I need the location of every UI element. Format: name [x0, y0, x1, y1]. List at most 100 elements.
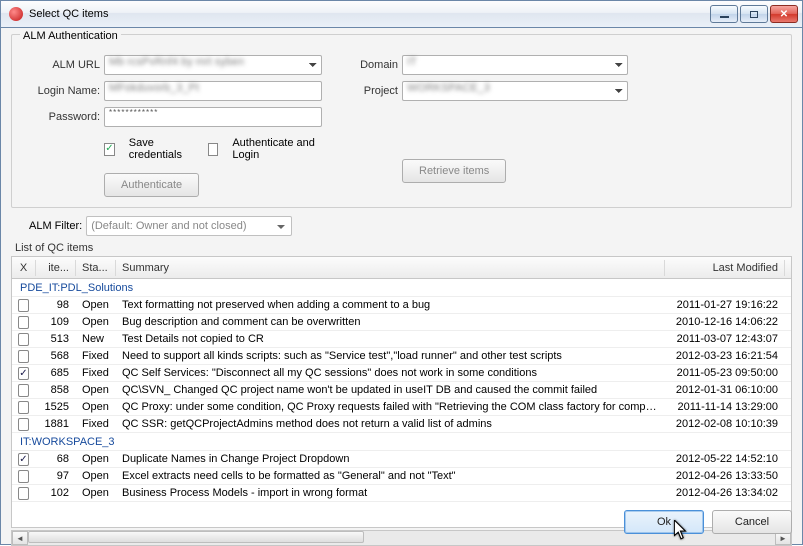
alm-filter-select[interactable]: (Default: Owner and not closed) — [86, 216, 292, 236]
row-checkbox[interactable] — [18, 453, 29, 466]
col-summary[interactable]: Summary — [116, 260, 665, 276]
row-modified: 2010-12-16 14:06:22 — [665, 314, 785, 330]
row-status: Open — [76, 297, 116, 313]
project-label: Project — [348, 85, 398, 97]
row-status: Open — [76, 382, 116, 398]
table-row[interactable]: 1525OpenQC Proxy: under some condition, … — [12, 399, 791, 416]
grid-group[interactable]: PDE_IT:PDL_Solutions — [12, 279, 791, 297]
dialog-footer: Ok Cancel — [624, 510, 792, 534]
col-check[interactable]: X — [12, 260, 36, 276]
alm-filter-label: ALM Filter: — [29, 220, 82, 232]
save-credentials-checkbox[interactable] — [104, 143, 115, 156]
row-summary: Bug description and comment can be overw… — [116, 314, 665, 330]
row-checkbox[interactable] — [18, 333, 29, 346]
close-button[interactable]: ✕ — [770, 5, 798, 23]
alm-url-select[interactable]: Mb rcsPvRnf4 by mrt syben — [104, 55, 322, 75]
auth-and-login-checkbox[interactable] — [208, 143, 219, 156]
auth-and-login-label: Authenticate and Login — [232, 137, 322, 161]
auth-legend: ALM Authentication — [20, 30, 121, 42]
row-id: 109 — [36, 314, 76, 330]
row-status: Fixed — [76, 348, 116, 364]
maximize-button[interactable] — [740, 5, 768, 23]
table-row[interactable]: 97OpenExcel extracts need cells to be fo… — [12, 468, 791, 485]
row-checkbox[interactable] — [18, 401, 29, 414]
row-id: 858 — [36, 382, 76, 398]
password-label: Password: — [22, 111, 100, 123]
ok-button[interactable]: Ok — [624, 510, 704, 534]
row-status: New — [76, 331, 116, 347]
col-status[interactable]: Sta... — [76, 260, 116, 276]
auth-fieldset: ALM Authentication ALM URL Mb rcsPvRnf4 … — [11, 34, 792, 208]
app-icon — [9, 7, 23, 21]
row-id: 1525 — [36, 399, 76, 415]
row-status: Fixed — [76, 365, 116, 381]
retrieve-items-button[interactable]: Retrieve items — [402, 159, 506, 183]
save-credentials-label: Save credentials — [129, 137, 194, 161]
row-modified: 2012-02-08 10:10:39 — [665, 416, 785, 432]
table-row[interactable]: 1881FixedQC SSR: getQCProjectAdmins meth… — [12, 416, 791, 433]
row-modified: 2012-04-26 13:34:02 — [665, 485, 785, 501]
row-checkbox[interactable] — [18, 316, 29, 329]
table-row[interactable]: 685FixedQC Self Services: "Disconnect al… — [12, 365, 791, 382]
row-id: 98 — [36, 297, 76, 313]
grid-group[interactable]: IT:WORKSPACE_3 — [12, 433, 791, 451]
row-checkbox[interactable] — [18, 367, 29, 380]
domain-label: Domain — [348, 59, 398, 71]
window-controls: ✕ — [708, 5, 798, 23]
alm-filter-value: (Default: Owner and not closed) — [91, 220, 246, 232]
row-id: 1881 — [36, 416, 76, 432]
row-checkbox[interactable] — [18, 487, 29, 500]
row-summary: Text formatting not preserved when addin… — [116, 297, 665, 313]
row-summary: Test Details not copied to CR — [116, 331, 665, 347]
row-checkbox[interactable] — [18, 470, 29, 483]
row-summary: Duplicate Names in Change Project Dropdo… — [116, 451, 665, 467]
alm-url-label: ALM URL — [22, 59, 100, 71]
row-modified: 2012-04-26 13:33:50 — [665, 468, 785, 484]
title-bar: Select QC items ✕ — [0, 0, 803, 28]
window-title: Select QC items — [29, 8, 108, 20]
row-modified: 2011-11-14 13:29:00 — [665, 399, 785, 415]
col-id[interactable]: ite... — [36, 260, 76, 276]
cancel-button[interactable]: Cancel — [712, 510, 792, 534]
row-id: 685 — [36, 365, 76, 381]
row-modified: 2012-01-31 06:10:00 — [665, 382, 785, 398]
scroll-thumb[interactable] — [28, 531, 364, 543]
table-row[interactable]: 513NewTest Details not copied to CR2011-… — [12, 331, 791, 348]
row-summary: QC Proxy: under some condition, QC Proxy… — [116, 399, 665, 415]
row-checkbox[interactable] — [18, 384, 29, 397]
row-checkbox[interactable] — [18, 418, 29, 431]
table-row[interactable]: 102OpenBusiness Process Models - import … — [12, 485, 791, 502]
qc-items-grid: X ite... Sta... Summary Last Modified PD… — [11, 256, 792, 528]
row-status: Open — [76, 314, 116, 330]
row-modified: 2011-05-23 09:50:00 — [665, 365, 785, 381]
domain-select[interactable]: IT — [402, 55, 628, 75]
login-label: Login Name: — [22, 85, 100, 97]
row-id: 97 — [36, 468, 76, 484]
table-row[interactable]: 858OpenQC\SVN_ Changed QC project name w… — [12, 382, 791, 399]
row-checkbox[interactable] — [18, 350, 29, 363]
row-status: Fixed — [76, 416, 116, 432]
row-checkbox[interactable] — [18, 299, 29, 312]
scroll-left-arrow-icon[interactable]: ◄ — [12, 531, 28, 545]
list-of-items-label: List of QC items — [15, 242, 792, 254]
row-summary: Need to support all kinds scripts: such … — [116, 348, 665, 364]
table-row[interactable]: 98OpenText formatting not preserved when… — [12, 297, 791, 314]
row-id: 68 — [36, 451, 76, 467]
row-status: Open — [76, 485, 116, 501]
project-select[interactable]: WORKSPACE_3 — [402, 81, 628, 101]
login-name-input[interactable]: MFokduvorb_3_Pt — [104, 81, 322, 101]
row-id: 102 — [36, 485, 76, 501]
row-status: Open — [76, 399, 116, 415]
table-row[interactable]: 68OpenDuplicate Names in Change Project … — [12, 451, 791, 468]
authenticate-button[interactable]: Authenticate — [104, 173, 199, 197]
table-row[interactable]: 109OpenBug description and comment can b… — [12, 314, 791, 331]
col-modified[interactable]: Last Modified — [665, 260, 785, 276]
row-modified: 2012-05-22 14:52:10 — [665, 451, 785, 467]
row-id: 568 — [36, 348, 76, 364]
minimize-button[interactable] — [710, 5, 738, 23]
grid-header: X ite... Sta... Summary Last Modified — [12, 257, 791, 279]
dialog-body: ALM Authentication ALM URL Mb rcsPvRnf4 … — [0, 28, 803, 545]
row-status: Open — [76, 451, 116, 467]
table-row[interactable]: 568FixedNeed to support all kinds script… — [12, 348, 791, 365]
password-input[interactable]: ************ — [104, 107, 322, 127]
